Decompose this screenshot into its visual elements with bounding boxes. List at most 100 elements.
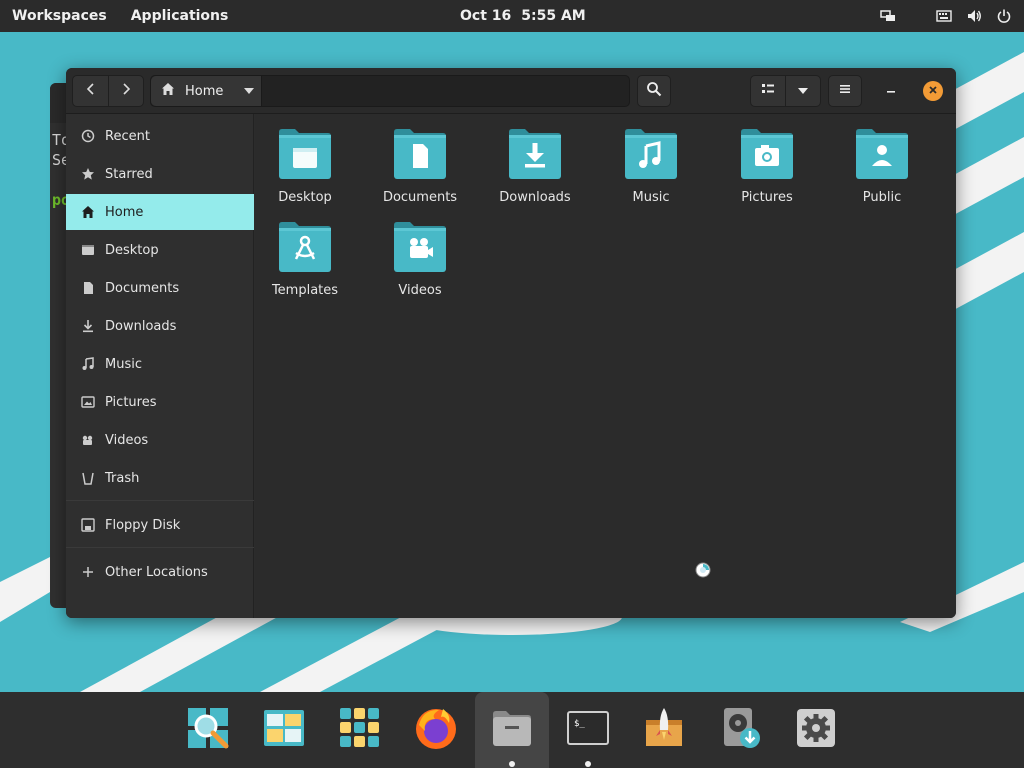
folder-documents[interactable]: Documents — [370, 126, 470, 210]
sidebar-item-home[interactable]: Home — [66, 194, 254, 230]
view-options-button[interactable] — [785, 75, 821, 107]
dock-item-pop-shop[interactable] — [627, 692, 701, 768]
sidebar-item-label: Videos — [105, 432, 149, 448]
dock-item-files-app[interactable] — [475, 692, 549, 768]
sidebar-item-label: Music — [105, 356, 142, 372]
search-button[interactable] — [637, 75, 671, 107]
volume-icon[interactable] — [966, 8, 982, 24]
settings-app-icon — [794, 706, 838, 754]
places-sidebar: Recent Starred Home Desktop Documents Downloa… — [66, 114, 254, 618]
public-folder-icon — [854, 126, 910, 186]
dock-item-workspaces-app[interactable] — [247, 692, 321, 768]
sidebar-item-label: Pictures — [105, 394, 157, 410]
sidebar-item-floppy-disk[interactable]: Floppy Disk — [66, 507, 254, 543]
sidebar-item-starred[interactable]: Starred — [66, 156, 254, 192]
sidebar-item-recent[interactable]: Recent — [66, 118, 254, 154]
sidebar-item-other-locations[interactable]: Other Locations — [66, 554, 254, 590]
trash-icon — [80, 470, 96, 486]
clock-time: 5:55 AM — [521, 8, 586, 24]
installer-app-icon — [718, 706, 762, 754]
minimize-button[interactable] — [880, 80, 902, 102]
documents-folder-icon — [392, 126, 448, 186]
dock-item-app-grid[interactable] — [323, 692, 397, 768]
main-menu-button[interactable] — [828, 75, 862, 107]
folder-desktop[interactable]: Desktop — [255, 126, 355, 210]
home-icon — [161, 82, 175, 100]
hamburger-menu-icon — [839, 83, 851, 99]
pop-shop-icon — [642, 706, 686, 754]
sidebar-item-videos[interactable]: Videos — [66, 422, 254, 458]
app-grid-icon — [338, 706, 382, 754]
path-home-button[interactable]: Home — [151, 76, 262, 106]
minimize-icon — [885, 83, 897, 99]
sidebar-item-downloads[interactable]: Downloads — [66, 308, 254, 344]
caret-down-icon — [797, 84, 809, 99]
sidebar-item-label: Documents — [105, 280, 180, 296]
folder-label: Public — [862, 190, 902, 205]
sidebar-item-desktop[interactable]: Desktop — [66, 232, 254, 268]
folder-music[interactable]: Music — [601, 126, 701, 210]
files-app-icon — [490, 706, 534, 754]
svg-text:$_: $_ — [574, 719, 585, 729]
music-folder-icon — [623, 126, 679, 186]
sidebar-separator — [66, 547, 254, 548]
applications-button[interactable]: Applications — [119, 8, 241, 24]
folder-label: Music — [632, 190, 670, 205]
forward-button[interactable] — [108, 75, 144, 107]
picture-icon — [80, 394, 96, 410]
sidebar-item-music[interactable]: Music — [66, 346, 254, 382]
sidebar-item-label: Desktop — [105, 242, 159, 258]
sidebar-item-pictures[interactable]: Pictures — [66, 384, 254, 420]
folder-videos[interactable]: Videos — [370, 219, 470, 303]
dock-item-firefox[interactable] — [399, 692, 473, 768]
search-app-icon — [186, 706, 230, 754]
dock-item-settings-app[interactable] — [779, 692, 853, 768]
caret-down-icon[interactable] — [243, 84, 255, 99]
top-panel: Workspaces Applications Oct 16 5:55 AM — [0, 0, 1024, 32]
floppy-icon — [80, 517, 96, 533]
folder-downloads[interactable]: Downloads — [485, 126, 585, 210]
sidebar-item-label: Downloads — [105, 318, 177, 334]
workspaces-button[interactable]: Workspaces — [0, 8, 119, 24]
file-view[interactable]: Desktop Documents Downloads Music Pictures Pu… — [255, 114, 956, 618]
list-view-icon — [761, 83, 775, 99]
back-button[interactable] — [72, 75, 109, 107]
downloads-folder-icon — [507, 126, 563, 186]
folder-public[interactable]: Public — [832, 126, 932, 210]
folder-label: Videos — [398, 283, 442, 298]
file-manager-window: Home Recent Starred Home Desktop Documents Do… — [66, 68, 956, 618]
close-button[interactable] — [923, 81, 943, 101]
dock: $_ — [0, 692, 1024, 768]
path-bar[interactable]: Home — [150, 75, 630, 107]
videos-folder-icon — [392, 219, 448, 279]
document-icon — [80, 280, 96, 296]
folder-templates[interactable]: Templates — [255, 219, 355, 303]
folder-label: Pictures — [741, 190, 793, 205]
desktop-icon — [80, 242, 96, 258]
sidebar-item-label: Other Locations — [105, 564, 208, 580]
templates-folder-icon — [277, 219, 333, 279]
running-indicator — [585, 761, 591, 767]
chevron-left-icon — [85, 82, 97, 100]
firefox-icon — [413, 705, 459, 755]
power-icon[interactable] — [996, 8, 1012, 24]
sidebar-item-trash[interactable]: Trash — [66, 460, 254, 496]
dock-item-installer-app[interactable] — [703, 692, 777, 768]
display-switch-icon[interactable] — [880, 8, 896, 24]
keyboard-icon[interactable] — [936, 8, 952, 24]
folder-pictures[interactable]: Pictures — [717, 126, 817, 210]
dock-item-search-app[interactable] — [171, 692, 245, 768]
sidebar-item-label: Floppy Disk — [105, 517, 181, 533]
close-icon — [928, 84, 938, 99]
dock-item-terminal-app[interactable]: $_ — [551, 692, 625, 768]
clock[interactable]: Oct 16 5:55 AM — [460, 0, 586, 32]
path-home-label: Home — [185, 83, 224, 99]
view-mode-button[interactable] — [750, 75, 786, 107]
sidebar-item-documents[interactable]: Documents — [66, 270, 254, 306]
workspaces-app-icon — [262, 706, 306, 754]
download-icon — [80, 318, 96, 334]
sidebar-item-label: Trash — [105, 470, 140, 486]
chevron-right-icon — [120, 82, 132, 100]
desktop-folder-icon — [277, 126, 333, 186]
plus-icon — [80, 564, 96, 580]
